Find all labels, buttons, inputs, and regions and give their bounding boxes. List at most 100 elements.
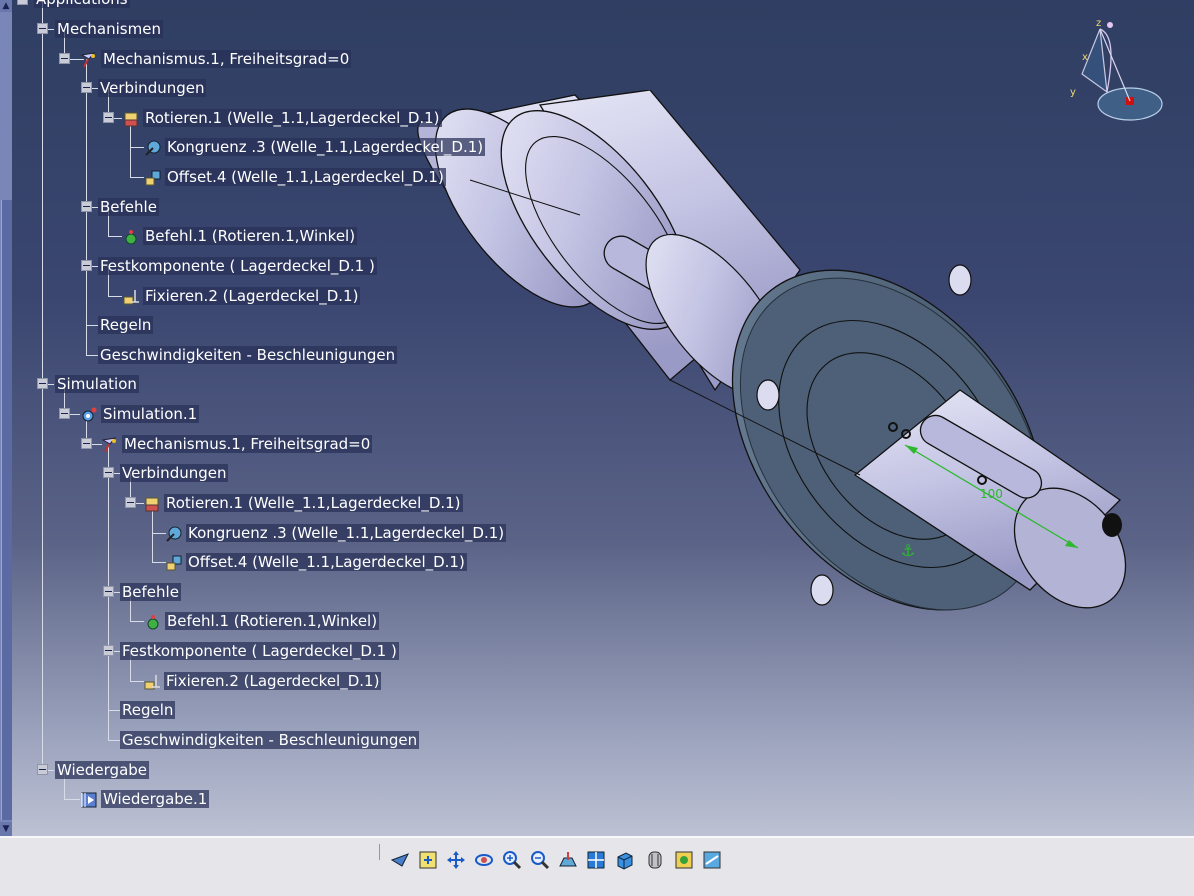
tree-node-offset4[interactable]: Offset.4 (Welle_1.1,Lagerdeckel_D.1): [144, 166, 446, 188]
tree-label: Befehl.1 (Rotieren.1,Winkel): [143, 227, 358, 245]
fix-constraint-icon: [144, 674, 160, 689]
tree-label: Befehle: [98, 198, 159, 216]
expander-verbindungen[interactable]: [81, 82, 92, 93]
tree-node-sim-festkomponente[interactable]: Festkomponente ( Lagerdeckel_D.1 ): [120, 640, 399, 662]
tree-label: Simulation.1: [101, 405, 200, 423]
3d-viewport[interactable]: ▲ ▼ 100 ⚓ z x y Mechanismen Mechanismus.…: [0, 0, 1194, 836]
simulation-gear-icon: [82, 407, 97, 421]
expander-mechanismen[interactable]: [37, 23, 48, 34]
tree-label: Festkomponente ( Lagerdeckel_D.1 ): [120, 642, 399, 660]
tree-node-wiedergabe1[interactable]: Wiedergabe.1: [80, 788, 210, 810]
tree-node-sim-offset4[interactable]: Offset.4 (Welle_1.1,Lagerdeckel_D.1): [165, 551, 467, 573]
scroll-up-arrow[interactable]: ▲: [0, 0, 12, 12]
tree-label: Festkomponente ( Lagerdeckel_D.1 ): [98, 257, 377, 275]
scroll-down-arrow[interactable]: ▼: [0, 822, 12, 836]
tree-label: Befehl.1 (Rotieren.1,Winkel): [165, 612, 380, 630]
tree-node-festkomponente[interactable]: Festkomponente ( Lagerdeckel_D.1 ): [98, 255, 377, 277]
tree-node-sim-befehle[interactable]: Befehle: [120, 581, 181, 603]
tree-label: Fixieren.2 (Lagerdeckel_D.1): [143, 287, 361, 305]
expander-sim-festkomponente[interactable]: [103, 645, 114, 656]
pan-icon[interactable]: [446, 850, 466, 870]
tree-node-sim-verbindungen[interactable]: Verbindungen: [120, 462, 229, 484]
tree-node-kongruenz3[interactable]: Kongruenz .3 (Welle_1.1,Lagerdeckel_D.1): [144, 136, 486, 158]
tree-node-regeln[interactable]: Regeln: [98, 314, 154, 336]
zoom-in-icon[interactable]: [502, 850, 522, 870]
command-icon: [147, 614, 159, 629]
tree-node-applications[interactable]: Applications: [34, 0, 130, 10]
compass-y-label: y: [1070, 87, 1076, 98]
tree-node-befehl1[interactable]: Befehl.1 (Rotieren.1,Winkel): [122, 225, 358, 247]
tree-node-wiedergabe[interactable]: Wiedergabe: [55, 759, 150, 781]
expander-applications[interactable]: [17, 0, 28, 5]
tree-node-verbindungen[interactable]: Verbindungen: [98, 77, 207, 99]
tree-node-sim-rotieren1[interactable]: Rotieren.1 (Welle_1.1,Lagerdeckel_D.1): [143, 492, 463, 514]
expander-sim-verbindungen[interactable]: [103, 467, 114, 478]
zoom-out-icon[interactable]: [530, 850, 550, 870]
expander-simulation[interactable]: [37, 378, 48, 389]
view-toolbar: [0, 836, 1194, 896]
tree-node-mechanismen[interactable]: Mechanismen: [55, 18, 163, 40]
tree-node-simulation1[interactable]: Simulation.1: [80, 403, 200, 425]
tree-node-befehle[interactable]: Befehle: [98, 196, 159, 218]
render-style-icon[interactable]: [645, 850, 665, 870]
tree-label: Wiedergabe.1: [101, 790, 210, 808]
tree-node-sim-mechanismus1[interactable]: Mechanismus.1, Freiheitsgrad=0: [101, 433, 373, 455]
mechanism-icon: [80, 51, 96, 67]
fly-mode-icon[interactable]: [390, 850, 410, 870]
tree-label: Befehle: [120, 583, 181, 601]
rotate-icon[interactable]: [474, 850, 494, 870]
command-icon: [125, 229, 137, 244]
tree-label: Kongruenz .3 (Welle_1.1,Lagerdeckel_D.1): [186, 524, 507, 542]
expander-sim-rotieren1[interactable]: [125, 497, 136, 508]
tree-label: Mechanismus.1, Freiheitsgrad=0: [101, 50, 352, 68]
tree-label: Applications: [34, 0, 130, 8]
tree-node-sim-kongruenz3[interactable]: Kongruenz .3 (Welle_1.1,Lagerdeckel_D.1): [165, 522, 507, 544]
expander-rotieren1[interactable]: [103, 112, 114, 123]
compass-z-label: z: [1096, 18, 1101, 29]
revolute-joint-icon: [145, 497, 159, 511]
tree-label: Mechanismen: [55, 20, 163, 38]
expander-mechanismus1[interactable]: [59, 53, 70, 64]
tree-node-fixieren2[interactable]: Fixieren.2 (Lagerdeckel_D.1): [122, 285, 361, 307]
tree-label: Regeln: [98, 316, 154, 334]
tree-node-geschwindigkeiten[interactable]: Geschwindigkeiten - Beschleunigungen: [98, 344, 398, 366]
hide-show-icon[interactable]: [674, 850, 694, 870]
tree-label: Fixieren.2 (Lagerdeckel_D.1): [164, 672, 382, 690]
expander-festkomponente[interactable]: [81, 260, 92, 271]
tree-label: Offset.4 (Welle_1.1,Lagerdeckel_D.1): [165, 168, 446, 186]
tree-label: Verbindungen: [98, 79, 207, 97]
compass-x-label: x: [1082, 52, 1088, 63]
expander-simulation1[interactable]: [59, 408, 70, 419]
scrollbar-thumb[interactable]: [1, 200, 12, 820]
tree-scrollbar[interactable]: ▲ ▼: [0, 0, 12, 836]
expander-wiedergabe[interactable]: [37, 764, 48, 775]
tree-label: Verbindungen: [120, 464, 229, 482]
shaft-assembly-model[interactable]: 100 ⚓: [370, 90, 1150, 650]
tree-label: Geschwindigkeiten - Beschleunigungen: [120, 731, 420, 749]
multi-view-icon[interactable]: [586, 850, 606, 870]
normal-view-icon[interactable]: [558, 850, 578, 870]
expander-befehle[interactable]: [81, 201, 92, 212]
expander-sim-mechanismus1[interactable]: [81, 438, 92, 449]
offset-constraint-icon: [166, 555, 182, 570]
offset-constraint-icon: [145, 170, 161, 185]
tree-label: Mechanismus.1, Freiheitsgrad=0: [122, 435, 373, 453]
tree-label: Rotieren.1 (Welle_1.1,Lagerdeckel_D.1): [164, 494, 463, 512]
coincidence-constraint-icon: [145, 140, 161, 156]
expander-sim-befehle[interactable]: [103, 586, 114, 597]
tree-node-rotieren1[interactable]: Rotieren.1 (Welle_1.1,Lagerdeckel_D.1): [122, 107, 442, 129]
tree-label: Offset.4 (Welle_1.1,Lagerdeckel_D.1): [186, 553, 467, 571]
fit-all-icon[interactable]: [418, 850, 438, 870]
iso-view-icon[interactable]: [614, 850, 634, 870]
tree-node-sim-befehl1[interactable]: Befehl.1 (Rotieren.1,Winkel): [144, 610, 380, 632]
fix-constraint-icon: [123, 289, 139, 304]
tree-node-sim-regeln[interactable]: Regeln: [120, 699, 176, 721]
swap-visible-icon[interactable]: [702, 850, 722, 870]
fix-anchor-icon: ⚓: [901, 541, 915, 560]
tree-node-sim-fixieren2[interactable]: Fixieren.2 (Lagerdeckel_D.1): [143, 670, 382, 692]
tree-node-simulation[interactable]: Simulation: [55, 373, 139, 395]
compass-widget[interactable]: z x y: [1062, 14, 1172, 129]
tree-label: Kongruenz .3 (Welle_1.1,Lagerdeckel_D.1): [165, 138, 486, 156]
tree-node-sim-geschwindigkeiten[interactable]: Geschwindigkeiten - Beschleunigungen: [120, 729, 420, 751]
tree-node-mechanismus1[interactable]: Mechanismus.1, Freiheitsgrad=0: [80, 48, 352, 70]
